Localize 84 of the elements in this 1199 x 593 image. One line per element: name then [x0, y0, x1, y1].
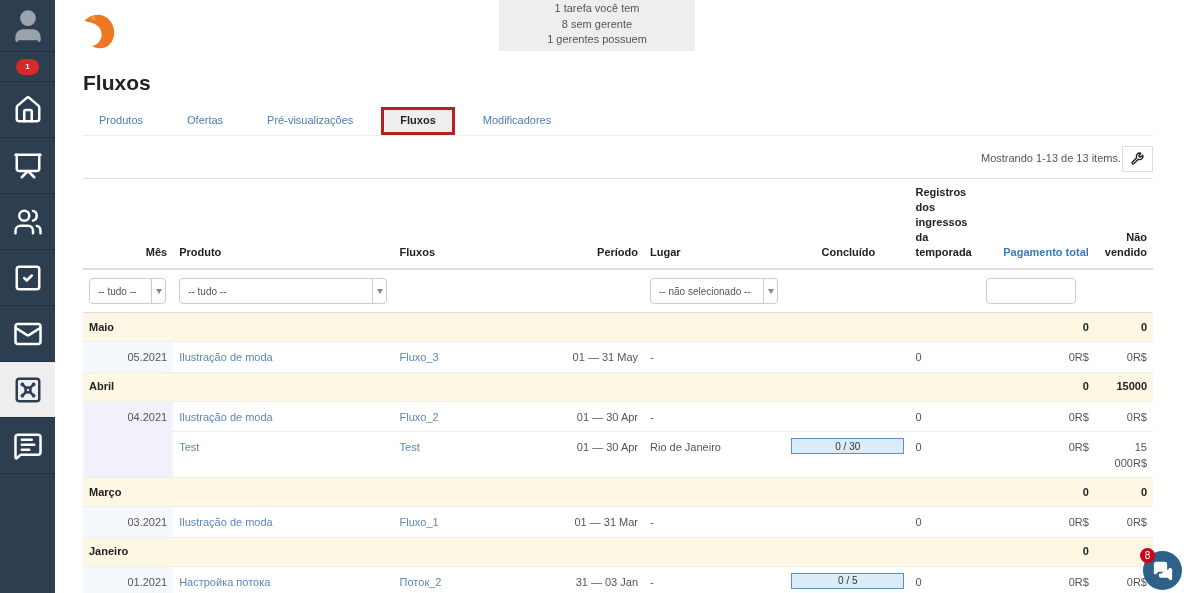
month-select[interactable]: -- tudo --	[89, 278, 166, 304]
column-header[interactable]: Pagamento total	[1003, 244, 1089, 260]
flow-link[interactable]: Fluxo_1	[399, 516, 439, 528]
product-link[interactable]: Ilustração de moda	[179, 410, 273, 423]
column-header: Período	[597, 244, 638, 260]
unsold-text: 0R$	[1126, 410, 1147, 423]
group-total: 0	[1140, 320, 1147, 333]
product-select[interactable]: -- tudo --	[179, 278, 388, 304]
month-code-cell: 01.2021	[83, 566, 174, 593]
group-total: 0	[1140, 485, 1147, 498]
group-total: 0	[1082, 545, 1089, 558]
month-code-cell: 04.2021	[83, 401, 174, 478]
registrations-text: 0	[915, 441, 922, 453]
progress-text: 0 / 30	[835, 439, 861, 454]
registrations-text: 0	[915, 351, 922, 363]
chat-bubbles-icon	[1152, 560, 1173, 581]
column-header: Produto	[179, 244, 222, 260]
unsold-text: 0R$	[1126, 516, 1147, 528]
payment-text: 0R$	[1068, 516, 1089, 528]
product-link[interactable]: Ilustração de moda	[179, 516, 273, 528]
tab[interactable]: Fluxos	[381, 106, 455, 135]
notice-text: 1 gerentes possuem	[547, 32, 647, 47]
flow-link[interactable]: Поток_2	[399, 575, 442, 588]
period-text: 01 — 30 Apr	[576, 410, 638, 423]
period-text: 01 — 31 Mar	[574, 516, 638, 528]
payment-filter-field[interactable]	[985, 278, 1076, 304]
product-link[interactable]: Ilustração de moda	[179, 351, 273, 363]
sidebar-item[interactable]	[0, 362, 55, 418]
place-text: -	[650, 516, 654, 528]
place-text: -	[650, 410, 654, 423]
place-text: Rio de Janeiro	[650, 441, 721, 453]
month-group-label: Janeiro	[89, 545, 129, 558]
product-link[interactable]: Test	[179, 441, 200, 453]
place-text: -	[650, 351, 654, 363]
column-header: Fluxos	[399, 244, 435, 260]
period-text: 01 — 30 Apr	[576, 441, 638, 453]
registrations-text: 0	[915, 410, 922, 423]
group-total: 0	[1082, 380, 1089, 393]
page-title: Fluxos	[83, 70, 152, 96]
settings-button[interactable]	[1122, 145, 1153, 172]
column-header: Concluído	[821, 244, 876, 260]
payment-text: 0R$	[1068, 410, 1089, 423]
flow-link[interactable]: Fluxo_3	[399, 351, 439, 363]
notice-text: 1 tarefa você tem	[554, 1, 640, 16]
progress-text: 0 / 5	[838, 574, 858, 588]
payment-text: 0R$	[1068, 351, 1089, 363]
period-text: 31 — 03 Jan	[575, 575, 638, 588]
group-total: 0	[1082, 320, 1089, 333]
unsold-text: 0R$	[1126, 575, 1147, 588]
caret-icon	[376, 288, 383, 294]
tab[interactable]: Modificadores	[466, 106, 568, 135]
registrations-text: 0	[915, 575, 922, 588]
flow-link[interactable]: Test	[399, 441, 420, 453]
tab[interactable]: Pré-visualizações	[251, 106, 370, 135]
group-total: 15000	[1116, 380, 1147, 393]
column-header: Mês	[145, 244, 168, 260]
column-header: Registros dos ingressos da temporada	[915, 184, 973, 260]
flow-link[interactable]: Fluxo_2	[399, 410, 439, 423]
payment-text: 0R$	[1068, 575, 1089, 588]
tab[interactable]: Ofertas	[171, 106, 240, 135]
home-icon	[12, 94, 43, 125]
place-select[interactable]: -- não selecionado --	[650, 278, 778, 304]
group-total: 0	[1082, 485, 1089, 498]
month-code-cell: 05.2021	[83, 341, 174, 372]
registrations-text: 0	[915, 516, 922, 528]
wrench-icon	[1131, 152, 1144, 165]
month-group-label: Abril	[89, 380, 115, 393]
caret-icon	[155, 288, 162, 294]
column-header: Lugar	[650, 244, 681, 260]
tab[interactable]: Produtos	[83, 106, 160, 135]
caret-icon	[767, 288, 774, 294]
column-header: Não vendido	[1103, 229, 1147, 260]
unsold-text: 0R$	[1126, 351, 1147, 363]
payment-text: 0R$	[1068, 441, 1089, 453]
notice-text: 8 sem gerente	[561, 16, 633, 32]
month-code-cell: 03.2021	[83, 506, 174, 537]
period-text: 01 — 31 May	[572, 351, 638, 363]
month-group-label: Maio	[89, 320, 115, 333]
notification-badge: 1	[16, 58, 39, 75]
product-link[interactable]: Настройка потока	[179, 575, 271, 588]
month-group-label: Março	[89, 485, 122, 498]
unsold-text: 15 000R$	[1114, 441, 1147, 469]
place-text: -	[650, 575, 654, 588]
items-summary: Mostrando 1-13 de 13 items.	[980, 151, 1121, 167]
